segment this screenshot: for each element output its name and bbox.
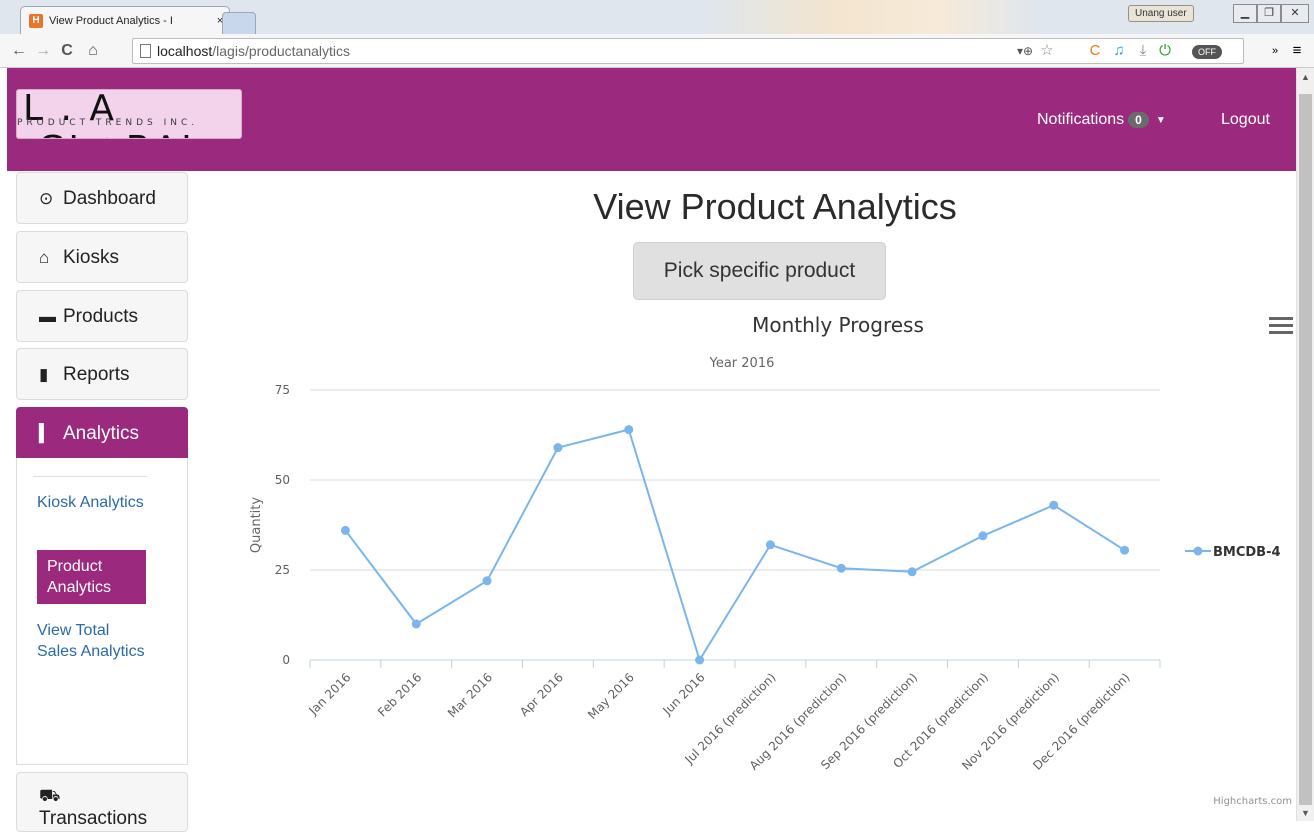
x-tick-label: Mar 2016	[445, 670, 495, 720]
y-tick-label: 75	[275, 383, 290, 397]
new-tab-button[interactable]	[222, 12, 256, 34]
data-point	[624, 425, 634, 435]
home-nav-icon[interactable]: ⌂	[82, 40, 104, 62]
toggle-switch[interactable]: OFF	[1178, 39, 1236, 63]
page-icon	[140, 44, 151, 58]
pick-product-button[interactable]: Pick specific product	[633, 242, 886, 300]
headphones-icon[interactable]: ♫	[1108, 39, 1130, 63]
page-header: L . A .GL◎BAL PRODUCT TRENDS INC. Notifi…	[7, 68, 1296, 171]
logo-sub-text: PRODUCT TRENDS INC.	[17, 118, 199, 128]
overflow-chevron-icon[interactable]: »	[1264, 39, 1286, 63]
scroll-down-icon[interactable]: ▼	[1301, 808, 1310, 818]
data-point	[1120, 545, 1130, 555]
scroll-up-icon[interactable]: ▲	[1301, 72, 1310, 82]
sidebar-item-transactions[interactable]: ⛟ Transactions	[16, 772, 188, 832]
data-point	[553, 443, 563, 453]
y-axis-label: Quantity	[249, 497, 264, 553]
data-point	[907, 567, 917, 577]
page-scrollbar[interactable]: ▲ ▼	[1296, 68, 1314, 821]
menu-icon[interactable]: ≡	[1286, 39, 1308, 63]
browser-toolbar: ← → C ⌂ localhost/lagis/productanalytics…	[0, 34, 1314, 68]
legend-label: BMCDB-4	[1213, 545, 1281, 560]
url-host: localhost	[157, 43, 213, 59]
logo[interactable]: L . A .GL◎BAL PRODUCT TRENDS INC.	[16, 89, 242, 139]
url-path: /lagis/productanalytics	[212, 43, 351, 59]
profile-button[interactable]: Unang user	[1128, 5, 1194, 22]
window-close-icon[interactable]: ✕	[1281, 4, 1309, 23]
extension-c-icon[interactable]: C	[1084, 39, 1106, 63]
data-point	[695, 655, 705, 665]
notifications-dropdown[interactable]: Notifications 0 ▼	[1037, 111, 1166, 129]
sidebar-item-label: Products	[63, 306, 138, 327]
zoom-icon[interactable]: ▾⊕	[1014, 39, 1036, 63]
minimize-icon[interactable]: ▁	[1233, 4, 1257, 23]
power-icon[interactable]: ⏻	[1154, 39, 1176, 63]
y-tick-label: 25	[275, 563, 290, 577]
browser-tab-active[interactable]: H View Product Analytics - I ×	[20, 6, 230, 34]
chart-title: Monthly Progress	[752, 313, 924, 337]
download-icon[interactable]: ⤓	[1132, 39, 1154, 63]
address-bar[interactable]: localhost/lagis/productanalytics	[132, 38, 1244, 64]
bookmark-star-icon[interactable]: ☆	[1036, 39, 1058, 63]
forward-icon[interactable]: →	[32, 40, 54, 62]
scroll-thumb[interactable]	[1299, 94, 1312, 805]
series-line	[344, 428, 1126, 663]
restore-icon[interactable]: ❐	[1257, 4, 1281, 23]
sidebar-item-products[interactable]: ▬ Products	[16, 290, 188, 342]
sidebar: ⊙ Dashboard ⌂ Kiosks ▬ Products ▮ Reports ▍ A…	[16, 172, 188, 832]
sidebar-item-analytics[interactable]: ▍ Analytics	[16, 407, 188, 459]
x-tick-label: Feb 2016	[375, 670, 424, 719]
notifications-badge: 0	[1128, 112, 1149, 128]
logout-link[interactable]: Logout	[1221, 111, 1270, 129]
sidebar-item-label: Kiosks	[63, 247, 119, 268]
x-tick-label: Jun 2016	[660, 670, 708, 718]
caret-down-icon: ▼	[1155, 114, 1166, 126]
sidebar-item-reports[interactable]: ▮ Reports	[16, 348, 188, 400]
notifications-label: Notifications	[1037, 111, 1125, 128]
file-icon: ▮	[39, 365, 49, 384]
favicon-icon: H	[29, 13, 43, 28]
data-point	[978, 531, 988, 541]
page-title: View Product Analytics	[593, 186, 957, 227]
x-tick-label: Apr 2016	[517, 670, 566, 719]
submenu-item-product-analytics[interactable]: Product Analytics	[37, 550, 146, 604]
dashboard-icon: ⊙	[39, 189, 54, 208]
analytics-submenu: Kiosk Analytics Product Analytics View T…	[16, 458, 188, 765]
sidebar-item-label: Reports	[63, 364, 130, 385]
sidebar-item-label: Dashboard	[63, 188, 156, 209]
y-tick-label: 50	[275, 473, 290, 487]
cart-icon: ⛟	[39, 786, 61, 805]
data-point	[340, 525, 350, 535]
back-icon[interactable]: ←	[8, 40, 30, 62]
legend-marker	[1193, 546, 1203, 556]
divider	[33, 476, 147, 477]
submenu-item-kiosk-analytics[interactable]: Kiosk Analytics	[37, 486, 146, 519]
line-chart: Monthly Progress Year 2016 0 25 50 75 Quantity…	[249, 313, 1292, 807]
sidebar-item-dashboard[interactable]: ⊙ Dashboard	[16, 172, 188, 224]
data-point	[1049, 500, 1059, 510]
tab-strip-decoration	[700, 0, 1040, 34]
x-tick-label: Jan 2016	[306, 670, 354, 718]
highcharts-credit: Highcharts.com	[1213, 796, 1292, 807]
data-point	[411, 619, 421, 629]
tab-title: View Product Analytics - I	[49, 14, 173, 27]
data-point	[765, 540, 775, 550]
sidebar-item-label: Transactions	[39, 808, 148, 829]
logo-main-text: L . A .GL◎BAL	[23, 89, 201, 138]
reload-icon[interactable]: C	[56, 40, 78, 62]
submenu-item-total-sales-analytics[interactable]: View Total Sales Analytics	[37, 614, 146, 668]
sidebar-item-kiosks[interactable]: ⌂ Kiosks	[16, 231, 188, 283]
bar-chart-icon: ▍	[39, 424, 53, 443]
x-tick-label: May 2016	[585, 670, 637, 722]
home-icon: ⌂	[39, 248, 50, 267]
data-point	[836, 563, 846, 573]
data-point	[482, 576, 492, 586]
chart-subtitle: Year 2016	[709, 356, 775, 371]
sidebar-item-label: Analytics	[63, 423, 140, 444]
briefcase-icon: ▬	[39, 307, 56, 326]
browser-tab-strip: H View Product Analytics - I × Unang use…	[0, 0, 1314, 34]
y-tick-label: 0	[282, 653, 290, 667]
